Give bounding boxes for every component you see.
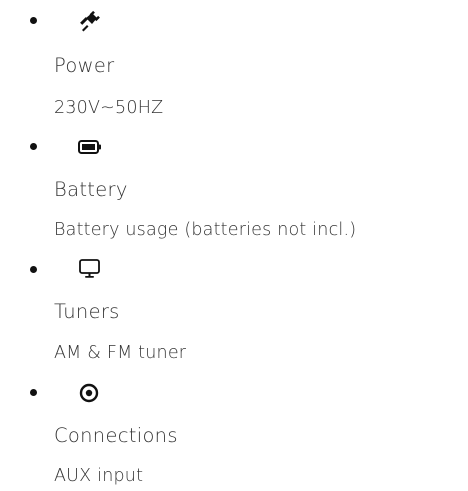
- spec-value: AM & FM tuner: [54, 343, 187, 363]
- plug-icon: [80, 10, 100, 32]
- list-bullet: [30, 389, 37, 396]
- spec-value: Battery usage (batteries not incl.): [54, 220, 357, 240]
- spec-value: 230V~50HZ: [54, 98, 164, 118]
- spec-label: Power: [54, 54, 115, 77]
- spec-label: Battery: [54, 178, 128, 201]
- list-bullet: [30, 266, 37, 273]
- list-bullet: [30, 143, 37, 150]
- spec-label: Connections: [54, 424, 178, 447]
- target-icon: [79, 383, 99, 403]
- battery-icon: [78, 140, 101, 154]
- spec-label: Tuners: [54, 300, 120, 323]
- monitor-icon: [79, 259, 100, 278]
- spec-value: AUX input: [54, 466, 144, 486]
- list-bullet: [30, 17, 37, 24]
